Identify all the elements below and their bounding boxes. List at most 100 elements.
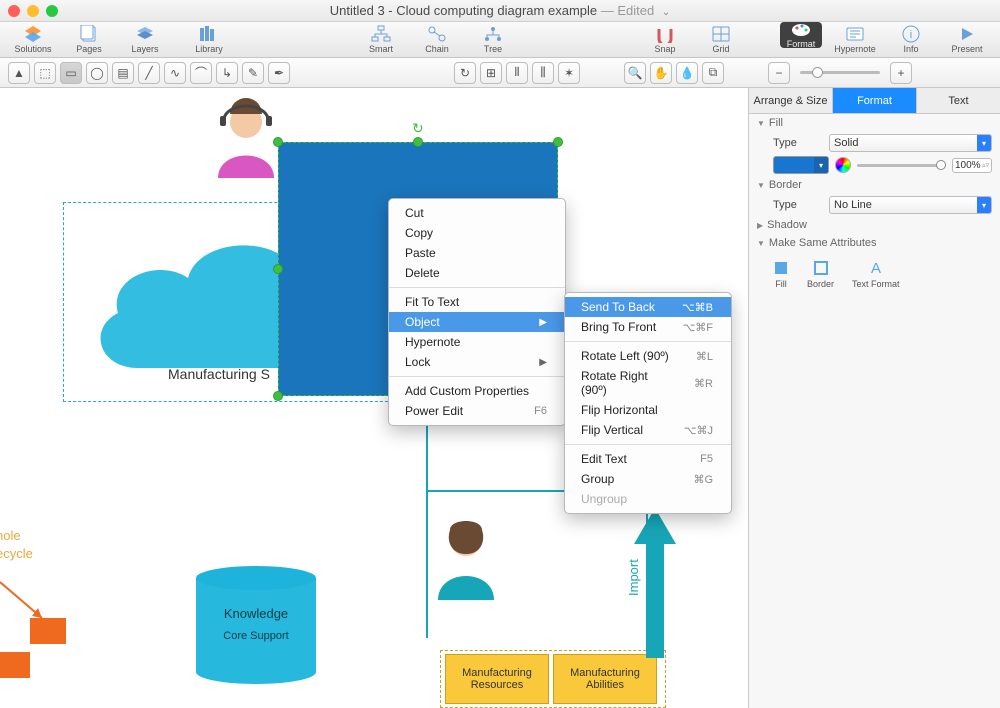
- group-tool[interactable]: ⊞: [480, 62, 502, 84]
- manufacturing-abilities-box[interactable]: Manufacturing Abilities: [553, 654, 657, 704]
- close-icon[interactable]: [8, 5, 20, 17]
- rotate-handle-icon[interactable]: ↻: [412, 120, 426, 134]
- opacity-value[interactable]: 100%▵▿: [952, 158, 992, 173]
- manufacturing-resources-box[interactable]: Manufacturing Resources: [445, 654, 549, 704]
- inspector-panel: Arrange & Size Format Text Fill Type Sol…: [748, 88, 1000, 708]
- section-shadow[interactable]: Shadow: [749, 216, 1000, 234]
- format-button[interactable]: Format: [780, 22, 822, 48]
- pages-button[interactable]: Pages: [66, 25, 112, 54]
- window-titlebar: Untitled 3 - Cloud computing diagram exa…: [0, 0, 1000, 22]
- ctx-lock[interactable]: Lock▶: [389, 352, 565, 372]
- smart-button[interactable]: Smart: [358, 25, 404, 54]
- ctx-delete[interactable]: Delete: [389, 263, 565, 283]
- maximize-icon[interactable]: [46, 5, 58, 17]
- zoom-slider[interactable]: [800, 71, 880, 74]
- section-border[interactable]: Border: [749, 176, 1000, 194]
- main-toolbar: Solutions Pages Layers Library Smart Cha…: [0, 22, 1000, 58]
- ctx-rotate-left[interactable]: Rotate Left (90º)⌘L: [565, 346, 731, 366]
- rotate-tool[interactable]: ↻: [454, 62, 476, 84]
- resize-handle[interactable]: [413, 137, 423, 147]
- ctx-object[interactable]: Object▶: [389, 312, 565, 332]
- ellipse-tool[interactable]: ◯: [86, 62, 108, 84]
- grid-button[interactable]: Grid: [698, 25, 744, 54]
- tab-format[interactable]: Format: [833, 88, 917, 113]
- person-icon[interactable]: [428, 512, 504, 600]
- orange-shape[interactable]: [0, 652, 30, 678]
- align-tool[interactable]: ⫴: [506, 62, 528, 84]
- section-make-same[interactable]: Make Same Attributes: [749, 234, 1000, 252]
- attr-fill-button[interactable]: Fill: [773, 258, 789, 289]
- ctx-bring-to-front[interactable]: Bring To Front⌥⌘F: [565, 317, 731, 337]
- fill-type-select[interactable]: Solid▾: [829, 134, 992, 152]
- line-tool[interactable]: ╱: [138, 62, 160, 84]
- info-button[interactable]: iInfo: [888, 25, 934, 54]
- ctx-cut[interactable]: Cut: [389, 203, 565, 223]
- hypernote-button[interactable]: Hypernote: [832, 25, 878, 54]
- color-wheel-icon[interactable]: [835, 157, 851, 173]
- present-button[interactable]: Present: [944, 25, 990, 54]
- arrow-icon: [0, 578, 56, 638]
- attr-text-button[interactable]: AText Format: [852, 258, 900, 289]
- ctx-flip-vertical[interactable]: Flip Vertical⌥⌘J: [565, 420, 731, 440]
- crop-tool[interactable]: ⧉: [702, 62, 724, 84]
- ctx-copy[interactable]: Copy: [389, 223, 565, 243]
- edited-badge: — Edited: [601, 3, 654, 18]
- section-fill[interactable]: Fill: [749, 114, 1000, 132]
- arc-tool[interactable]: ⌒: [190, 62, 212, 84]
- chain-button[interactable]: Chain: [414, 25, 460, 54]
- ctx-rotate-right[interactable]: Rotate Right (90º)⌘R: [565, 366, 731, 400]
- tree-button[interactable]: Tree: [470, 25, 516, 54]
- distribute-tool[interactable]: ⫼: [532, 62, 554, 84]
- eyedropper-tool[interactable]: 💧: [676, 62, 698, 84]
- ctx-hypernote[interactable]: Hypernote: [389, 332, 565, 352]
- exchange-tool[interactable]: ✶: [558, 62, 580, 84]
- support-agent-icon[interactable]: [206, 94, 286, 178]
- chevron-down-icon: ▾: [977, 135, 991, 151]
- ctx-paste[interactable]: Paste: [389, 243, 565, 263]
- layers-button[interactable]: Layers: [122, 25, 168, 54]
- fill-color-swatch[interactable]: ▾: [773, 156, 829, 174]
- resize-handle[interactable]: [273, 391, 283, 401]
- resize-handle[interactable]: [273, 264, 283, 274]
- text-tool[interactable]: ▤: [112, 62, 134, 84]
- ctx-power-edit[interactable]: Power EditF6: [389, 401, 565, 421]
- menu-separator: [565, 444, 731, 445]
- menu-separator: [565, 341, 731, 342]
- cylinder-subtitle: Core Support: [196, 630, 316, 642]
- connector-tool[interactable]: ↳: [216, 62, 238, 84]
- border-type-select[interactable]: No Line▾: [829, 196, 992, 214]
- zoom-in-icon[interactable]: +: [890, 62, 912, 84]
- edge-label: ecycle: [0, 546, 33, 561]
- ctx-send-to-back[interactable]: Send To Back⌥⌘B: [565, 297, 731, 317]
- cloud-label: Manufacturing S: [168, 366, 270, 382]
- zoom-out-icon[interactable]: −: [768, 62, 790, 84]
- opacity-slider[interactable]: [857, 164, 946, 167]
- zoom-tool[interactable]: 🔍: [624, 62, 646, 84]
- resize-handle[interactable]: [553, 137, 563, 147]
- ctx-add-custom-properties[interactable]: Add Custom Properties: [389, 381, 565, 401]
- attr-border-button[interactable]: Border: [807, 258, 834, 289]
- minimize-icon[interactable]: [27, 5, 39, 17]
- canvas-workspace[interactable]: Manufacturing S ↻ Knowledge Core Support: [0, 88, 748, 708]
- marquee-tool[interactable]: ⬚: [34, 62, 56, 84]
- database-cylinder[interactable]: Knowledge Core Support: [196, 566, 316, 684]
- pointer-tool[interactable]: ▲: [8, 62, 30, 84]
- snap-button[interactable]: Snap: [642, 25, 688, 54]
- ctx-group[interactable]: Group⌘G: [565, 469, 731, 489]
- spline-tool[interactable]: ∿: [164, 62, 186, 84]
- chevron-down-icon[interactable]: ⌄: [662, 7, 670, 18]
- svg-text:i: i: [910, 29, 912, 41]
- ctx-edit-text[interactable]: Edit TextF5: [565, 449, 731, 469]
- tab-text[interactable]: Text: [917, 88, 1000, 113]
- pencil-tool[interactable]: ✎: [242, 62, 264, 84]
- window-title: Untitled 3 - Cloud computing diagram exa…: [330, 3, 670, 18]
- library-button[interactable]: Library: [186, 25, 232, 54]
- hand-tool[interactable]: ✋: [650, 62, 672, 84]
- pen-tool[interactable]: ✒: [268, 62, 290, 84]
- ctx-fit-to-text[interactable]: Fit To Text: [389, 292, 565, 312]
- ctx-flip-horizontal[interactable]: Flip Horizontal: [565, 400, 731, 420]
- tab-arrange[interactable]: Arrange & Size: [749, 88, 833, 113]
- menu-separator: [389, 376, 565, 377]
- solutions-button[interactable]: Solutions: [10, 25, 56, 54]
- rectangle-tool[interactable]: ▭: [60, 62, 82, 84]
